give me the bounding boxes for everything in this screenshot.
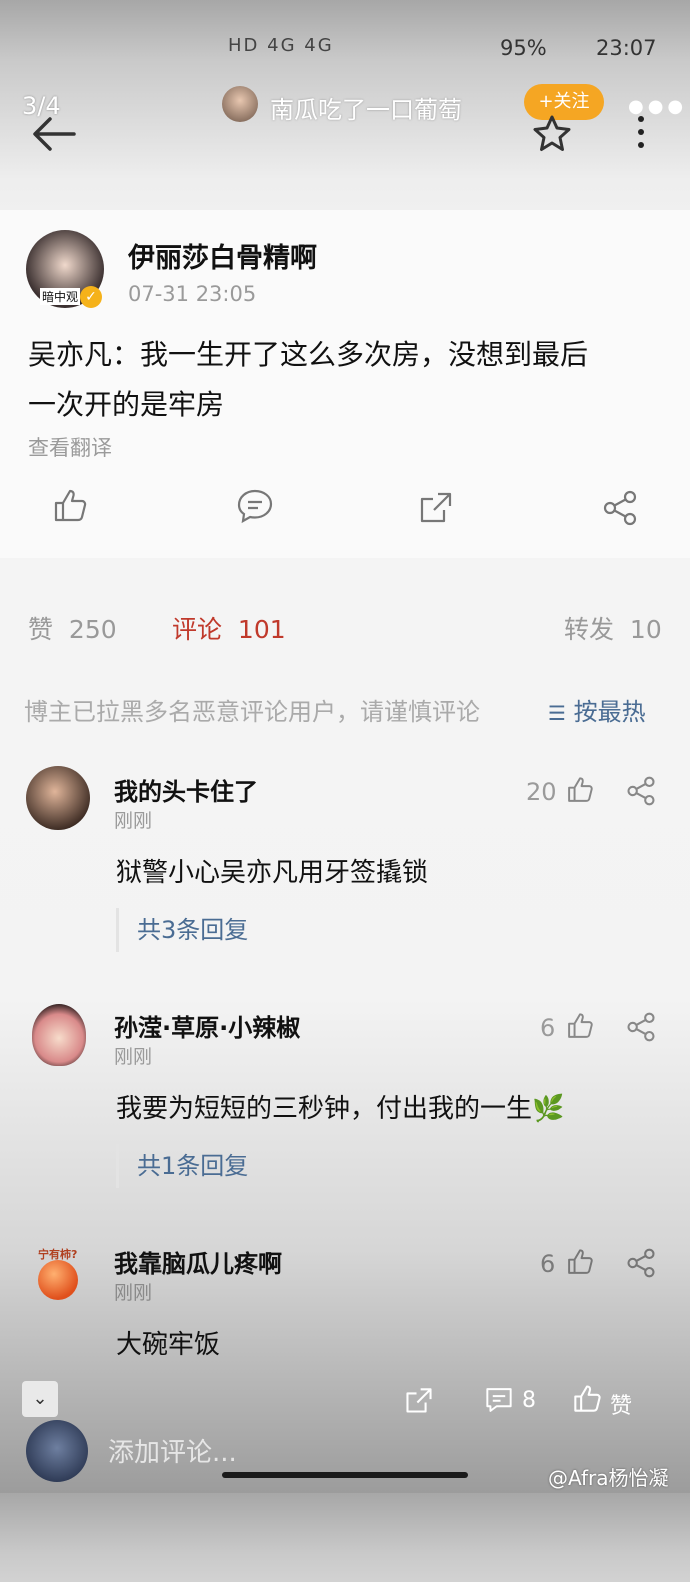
clock: 23:07 [596, 36, 657, 60]
comment-share-icon[interactable] [626, 1248, 656, 1278]
top-user-name[interactable]: 南瓜吃了一口葡萄 [270, 90, 462, 125]
post-text-line2: 一次开的是牢房 [28, 388, 225, 421]
commenter-name[interactable]: 我靠脑瓜儿疼啊 [114, 1244, 282, 1279]
comment-item: 孙滢·草原·小辣椒 刚刚 6 我要为短短的三秒钟，付出我的一生🌿 共1条回复 [0, 1002, 690, 1202]
more-dots-icon[interactable]: ●●● [628, 96, 687, 117]
home-indicator[interactable] [222, 1472, 468, 1478]
comment-like-count: 20 [526, 778, 557, 806]
post-text-line1: 吴亦凡：我一生开了这么多次房，没想到最后 [28, 338, 589, 371]
commenter-name[interactable]: 孙滢·草原·小辣椒 [114, 1008, 300, 1043]
comment-time: 刚刚 [114, 1282, 153, 1304]
bottom-repost-icon[interactable] [404, 1386, 434, 1414]
leaf-emoji-icon: 🌿 [532, 1094, 565, 1124]
repost-icon[interactable] [418, 490, 454, 524]
collapse-chevron-icon[interactable]: ⌄ [22, 1381, 58, 1417]
comment-time: 刚刚 [114, 810, 153, 832]
post-time: 07-31 23:05 [128, 282, 257, 306]
bottom-like-label: 赞 [610, 1394, 633, 1419]
star-icon[interactable] [532, 114, 572, 152]
comment-icon[interactable] [236, 488, 274, 524]
comment-like-count: 6 [540, 1250, 556, 1278]
comment-like-icon[interactable] [566, 1012, 594, 1040]
status-bar: HD 4G 4G 95% 23:07 [0, 30, 690, 70]
blocked-notice: 博主已拉黑多名恶意评论用户，请谨慎评论 [24, 698, 480, 726]
replies-link[interactable]: 共3条回复 [116, 908, 248, 952]
comment-text: 大碗牢饭 [116, 1330, 221, 1360]
commenter-avatar[interactable] [26, 766, 90, 830]
comment-text: 我要为短短的三秒钟，付出我的一生 [116, 1094, 533, 1124]
comment-item: 宁有柿? 我靠脑瓜儿疼啊 刚刚 6 大碗牢饭 [0, 1238, 690, 1368]
bottom-comment-icon[interactable] [484, 1386, 514, 1414]
avatar-badge: 暗中观 [40, 288, 81, 305]
sort-label: 按最热 [573, 698, 646, 726]
comment-share-icon[interactable] [626, 1012, 656, 1042]
signal-icons: HD 4G 4G [228, 35, 334, 56]
commenter-name[interactable]: 我的头卡住了 [114, 772, 258, 807]
likes-count: 250 [68, 615, 117, 644]
reposts-tab[interactable]: 转发 10 [564, 610, 662, 646]
comment-like-icon[interactable] [566, 776, 594, 804]
comment-like-icon[interactable] [566, 1248, 594, 1276]
commenter-avatar[interactable] [38, 1260, 78, 1300]
my-avatar[interactable] [26, 1420, 88, 1482]
likes-tab[interactable]: 赞 250 [28, 610, 117, 646]
comment-share-icon[interactable] [626, 776, 656, 806]
comments-count: 101 [237, 615, 286, 644]
comments-tab[interactable]: 评论 101 [172, 610, 286, 646]
user-avatar[interactable] [222, 86, 258, 122]
bottom-comment-count: 8 [522, 1388, 536, 1413]
menu-kebab-icon[interactable] [638, 116, 650, 148]
comment-like-count: 6 [540, 1014, 556, 1042]
comment-time: 刚刚 [114, 1046, 153, 1068]
battery-level: 95% [500, 36, 547, 60]
replies-link[interactable]: 共1条回复 [116, 1144, 248, 1188]
sort-button[interactable]: ☰ 按最热 [548, 692, 646, 727]
bottom-like-icon[interactable] [572, 1384, 602, 1414]
watermark: @Afra杨怡凝 [548, 1466, 669, 1490]
translate-link[interactable]: 查看翻译 [28, 432, 112, 462]
post-text: 吴亦凡：我一生开了这么多次房，没想到最后 一次开的是牢房 [28, 330, 588, 430]
comment-input[interactable]: 添加评论... [108, 1432, 237, 1469]
post-card: 暗中观 ✓ 伊丽莎白骨精啊 07-31 23:05 吴亦凡：我一生开了这么多次房… [0, 210, 690, 558]
bottom-bar: ⌄ 8 赞 添加评论... @Afra杨怡凝 [0, 1376, 690, 1493]
sort-icon: ☰ [548, 701, 566, 725]
comment-text-row: 我要为短短的三秒钟，付出我的一生🌿 [116, 1088, 564, 1125]
reposts-label: 转发 [564, 615, 615, 644]
comment-text: 狱警小心吴亦凡用牙签撬锁 [116, 858, 429, 888]
reposts-count: 10 [629, 615, 662, 644]
verified-icon: ✓ [80, 286, 102, 308]
share-icon[interactable] [602, 490, 638, 526]
comment-item: 我的头卡住了 刚刚 20 狱警小心吴亦凡用牙签撬锁 共3条回复 [0, 766, 690, 966]
likes-label: 赞 [28, 615, 54, 644]
top-bar: 3/4 南瓜吃了一口葡萄 +关注 ●●● [0, 80, 690, 190]
comments-label: 评论 [172, 615, 223, 644]
like-icon[interactable] [52, 488, 88, 524]
back-arrow-icon[interactable] [30, 114, 78, 154]
author-name[interactable]: 伊丽莎白骨精啊 [128, 236, 317, 275]
commenter-avatar[interactable] [32, 1004, 86, 1066]
